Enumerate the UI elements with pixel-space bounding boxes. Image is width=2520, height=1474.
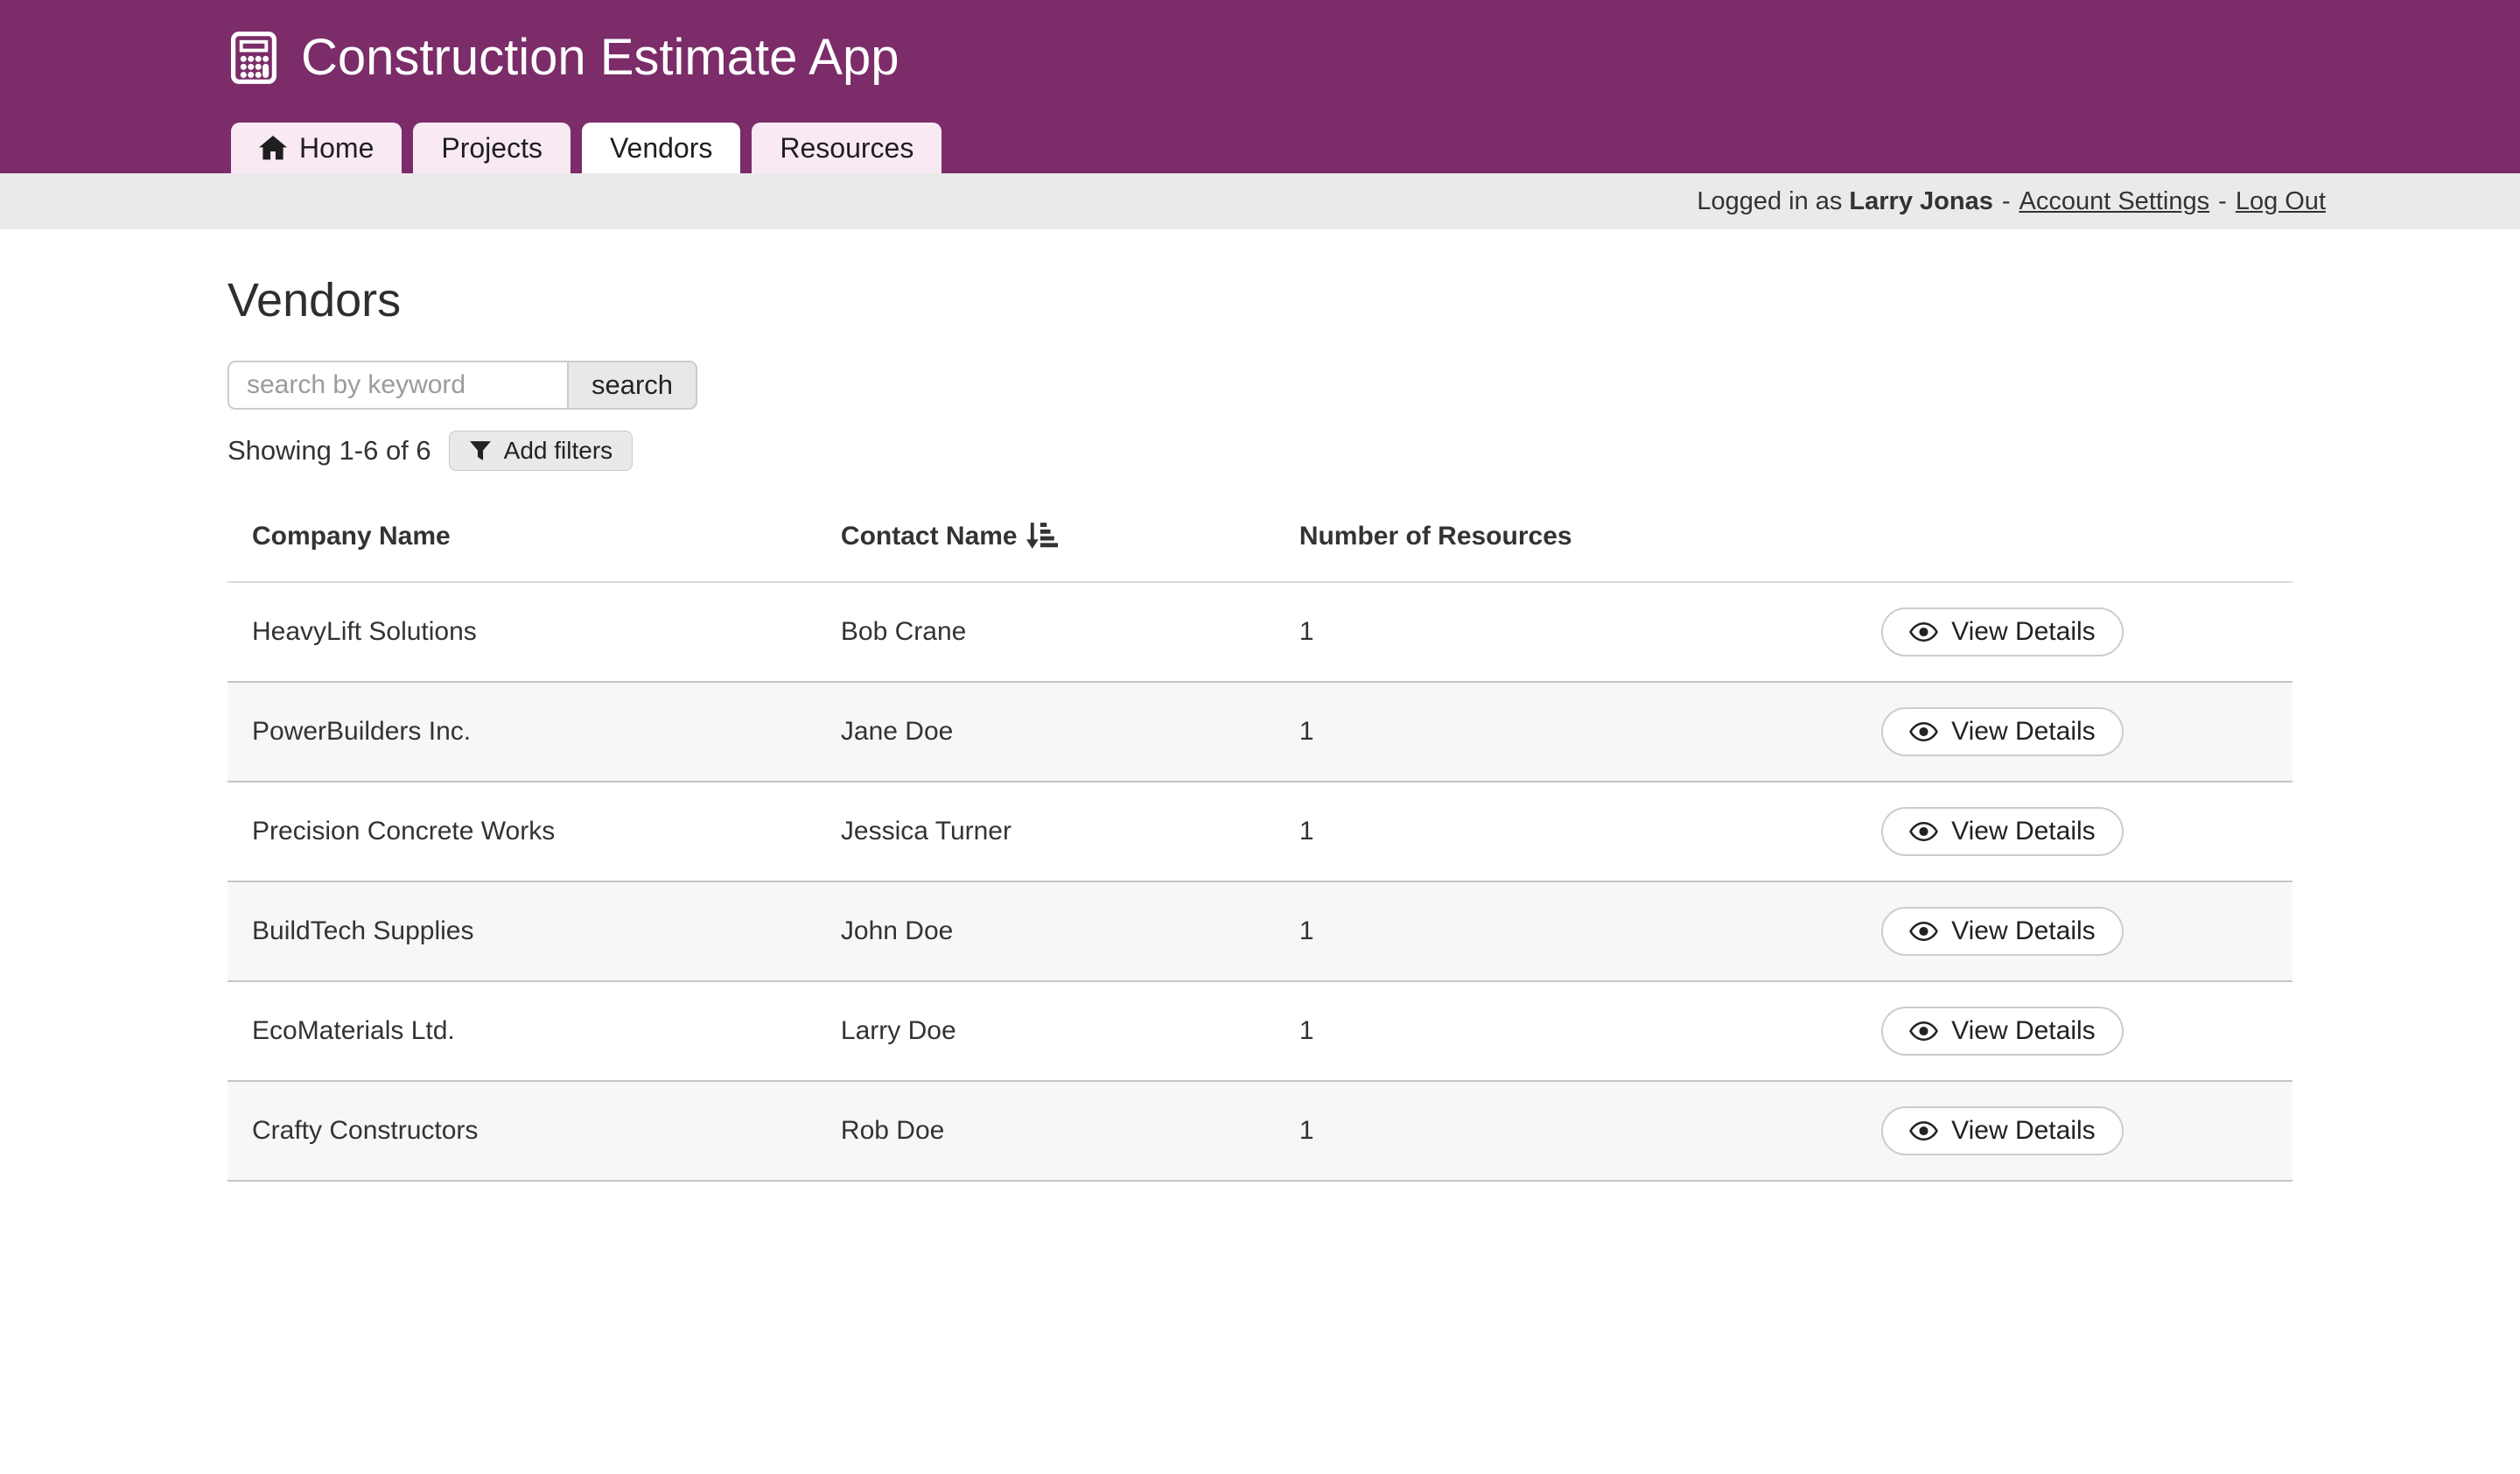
view-details-label: View Details [1951,1116,2096,1146]
eye-icon [1909,821,1938,842]
userbar-separator: - [2002,187,2011,216]
contact-name-cell: Jessica Turner [841,782,1299,881]
search-input[interactable] [228,361,567,410]
userbar: Logged in as Larry Jonas - Account Setti… [0,173,2520,229]
filter-funnel-icon [469,439,492,462]
eye-icon [1909,1120,1938,1141]
company-name-cell: EcoMaterials Ltd. [228,981,841,1081]
view-details-button[interactable]: View Details [1881,607,2124,656]
contact-name-cell: Bob Crane [841,582,1299,682]
eye-icon [1909,721,1938,742]
username: Larry Jonas [1849,187,1992,216]
header-row: Company Name Contact Name [228,502,2292,582]
company-name-cell: PowerBuilders Inc. [228,682,841,782]
contact-name-cell: John Doe [841,881,1299,981]
filters-row: Showing 1-6 of 6 Add filters [228,431,2292,471]
table-row: BuildTech Supplies John Doe 1 View Detai… [228,881,2292,981]
resources-count-cell: 1 [1299,682,1712,782]
action-cell: View Details [1712,1081,2292,1181]
resources-count-cell: 1 [1299,981,1712,1081]
nav-tab-vendors[interactable]: Vendors [582,123,740,173]
nav-tab-vendors-label: Vendors [610,132,712,165]
nav-tab-home[interactable]: Home [231,123,402,173]
eye-icon [1909,621,1938,642]
view-details-button[interactable]: View Details [1881,1106,2124,1155]
column-header-actions [1712,502,2292,582]
main-nav: Home Projects Vendors Resources [231,123,2520,173]
view-details-button[interactable]: View Details [1881,707,2124,756]
resources-count-cell: 1 [1299,881,1712,981]
eye-icon [1909,921,1938,942]
search-button[interactable]: search [567,361,697,410]
table-row: Crafty Constructors Rob Doe 1 View Detai… [228,1081,2292,1181]
view-details-label: View Details [1951,916,2096,946]
contact-name-cell: Rob Doe [841,1081,1299,1181]
resources-count-cell: 1 [1299,1081,1712,1181]
company-name-cell: HeavyLift Solutions [228,582,841,682]
company-name-cell: Precision Concrete Works [228,782,841,881]
app-screen: Construction Estimate App Home Projects … [0,0,2520,1474]
vendors-table-body: HeavyLift Solutions Bob Crane 1 View Det… [228,582,2292,1181]
page-title: Vendors [228,273,2292,327]
search-group: search [228,361,2292,410]
table-row: EcoMaterials Ltd. Larry Doe 1 View Detai… [228,981,2292,1081]
view-details-button[interactable]: View Details [1881,907,2124,956]
log-out-link[interactable]: Log Out [2236,187,2326,216]
column-header-resources[interactable]: Number of Resources [1299,502,1712,582]
account-settings-link[interactable]: Account Settings [2020,187,2210,216]
nav-tab-resources-label: Resources [780,132,914,165]
add-filters-button[interactable]: Add filters [449,431,634,471]
table-row: HeavyLift Solutions Bob Crane 1 View Det… [228,582,2292,682]
view-details-button[interactable]: View Details [1881,1007,2124,1056]
view-details-label: View Details [1951,717,2096,747]
app-header: Construction Estimate App Home Projects … [0,0,2520,173]
nav-tab-projects-label: Projects [441,132,542,165]
results-summary: Showing 1-6 of 6 [228,435,431,467]
table-row: PowerBuilders Inc. Jane Doe 1 View Detai… [228,682,2292,782]
vendors-table: Company Name Contact Name [228,502,2292,1182]
company-name-cell: Crafty Constructors [228,1081,841,1181]
resources-count-cell: 1 [1299,582,1712,682]
app-title-text: Construction Estimate App [301,25,899,91]
company-name-cell: BuildTech Supplies [228,881,841,981]
nav-tab-resources[interactable]: Resources [752,123,942,173]
action-cell: View Details [1712,881,2292,981]
home-icon [259,135,287,161]
action-cell: View Details [1712,782,2292,881]
column-header-contact[interactable]: Contact Name [841,502,1299,582]
add-filters-label: Add filters [504,437,613,465]
userbar-separator: - [2218,187,2227,216]
contact-name-cell: Jane Doe [841,682,1299,782]
eye-icon [1909,1021,1938,1042]
view-details-label: View Details [1951,1016,2096,1046]
column-header-company[interactable]: Company Name [228,502,841,582]
view-details-button[interactable]: View Details [1881,807,2124,856]
action-cell: View Details [1712,981,2292,1081]
action-cell: View Details [1712,582,2292,682]
action-cell: View Details [1712,682,2292,782]
vendors-table-head: Company Name Contact Name [228,502,2292,582]
contact-name-cell: Larry Doe [841,981,1299,1081]
calculator-icon [231,32,276,84]
resources-count-cell: 1 [1299,782,1712,881]
app-title: Construction Estimate App [231,25,2520,91]
view-details-label: View Details [1951,817,2096,846]
table-row: Precision Concrete Works Jessica Turner … [228,782,2292,881]
nav-tab-home-label: Home [299,132,374,165]
view-details-label: View Details [1951,617,2096,647]
nav-tab-projects[interactable]: Projects [413,123,570,173]
sort-amount-down-icon [1026,522,1058,550]
logged-in-prefix: Logged in as [1697,187,1842,216]
main-content: Vendors search Showing 1-6 of 6 Add filt… [228,273,2292,1182]
